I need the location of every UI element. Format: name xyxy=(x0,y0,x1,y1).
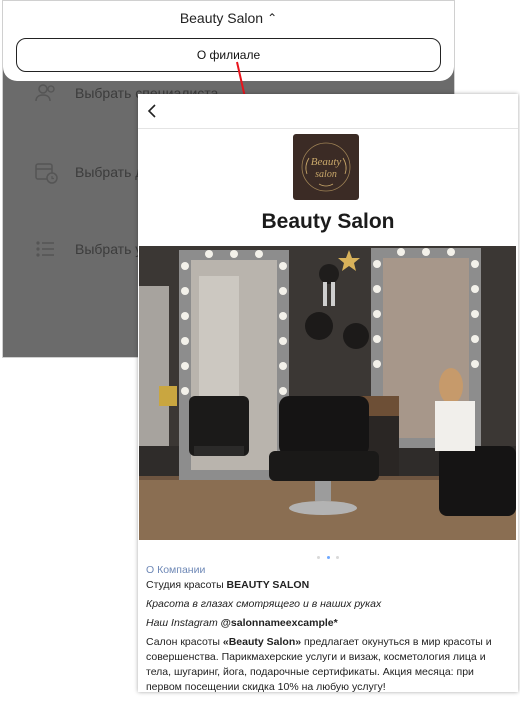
studio-line: Студия красоты BEAUTY SALON xyxy=(146,578,510,593)
back-arrow-icon[interactable] xyxy=(144,102,162,120)
desc-prefix: Салон красоты xyxy=(146,636,223,648)
desc-name: «Beauty Salon» xyxy=(222,636,302,648)
instagram-line: Наш Instagram @salonnameexcample* xyxy=(146,616,510,631)
salon-description: Салон красоты «Beauty Salon» предлагает … xyxy=(146,635,510,692)
company-info: О Компании Студия красоты BEAUTY SALON К… xyxy=(146,563,510,692)
section-label: О Компании xyxy=(146,564,206,576)
studio-name: BEAUTY SALON xyxy=(226,579,310,591)
salon-logo: Beauty salon xyxy=(293,134,359,200)
carousel-dot[interactable] xyxy=(335,556,339,559)
svg-text:Beauty: Beauty xyxy=(311,156,342,168)
about-branch-card: Beauty salon Beauty Salon О Компании Сту… xyxy=(138,94,518,692)
salon-photo[interactable] xyxy=(139,246,516,540)
carousel-dot-active[interactable] xyxy=(326,556,330,559)
svg-text:salon: salon xyxy=(315,169,337,180)
carousel-dot[interactable] xyxy=(317,556,321,559)
tagline: Красота в глазах смотрящего и в наших ру… xyxy=(146,598,382,610)
instagram-handle[interactable]: @salonnameexcample* xyxy=(221,617,338,629)
instagram-prefix: Наш Instagram xyxy=(146,617,221,629)
studio-prefix: Студия красоты xyxy=(146,579,227,591)
salon-title: Beauty Salon xyxy=(261,210,395,233)
carousel-dots xyxy=(138,546,518,559)
card-header xyxy=(138,94,518,129)
